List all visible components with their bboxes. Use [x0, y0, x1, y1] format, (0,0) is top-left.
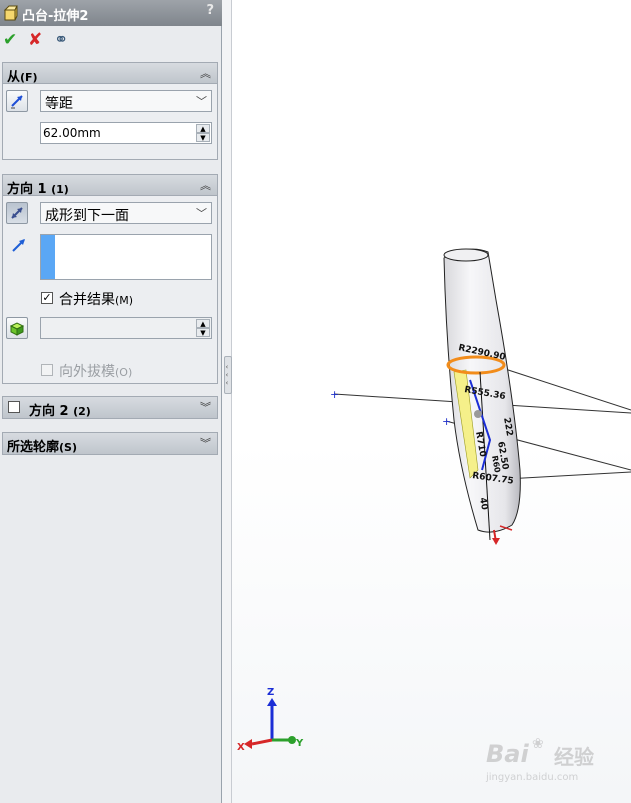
merge-result-label: 合并结果(M) — [59, 289, 133, 309]
direction2-group: 方向 2 (2) ︾ — [2, 396, 218, 419]
direction1-group: 方向 1 (1) ︽ 成形到下一面 ﹀ ✓ 合并结果(M) ▲ ▼ 向外拔模(O) — [2, 174, 218, 384]
sketch-point-icon: + — [330, 388, 339, 401]
selected-contours-title: 所选轮廓 — [7, 440, 60, 455]
collapse-panel-handle[interactable]: ‹ ‹ ‹ — [224, 356, 232, 394]
direction2-key: (2) — [73, 405, 91, 418]
extrude-feature-icon — [3, 5, 18, 24]
paw-icon: ❀ — [532, 736, 544, 752]
selected-contours-key: (S) — [59, 441, 77, 454]
sketch-line — [501, 367, 631, 411]
from-group-header[interactable]: 从(F) ︽ — [3, 63, 217, 85]
triad-x-axis — [251, 738, 273, 746]
spin-up-icon[interactable]: ▲ — [196, 124, 210, 133]
offset-spinner[interactable]: ▲ ▼ — [196, 124, 210, 142]
direction2-group-header[interactable]: 方向 2 (2) ︾ — [3, 397, 217, 419]
pivot-point — [474, 410, 482, 418]
expand-icon[interactable]: ︾ — [200, 435, 211, 451]
selection-color-bar — [41, 235, 55, 279]
merge-result-key: (M) — [115, 294, 134, 307]
graphics-viewport[interactable]: + + R2290.90 R555.36 R710 R60 222 62.50 … — [232, 0, 631, 803]
collapse-icon[interactable]: ︽ — [200, 177, 211, 193]
direction2-title: 方向 2 — [29, 404, 69, 419]
from-group: 从(F) ︽ 等距 ﹀ 62.00mm ▲ ▼ — [2, 62, 218, 160]
start-type-value: 等距 — [45, 96, 73, 112]
direction-vector-icon — [11, 237, 27, 256]
reverse-direction-button[interactable] — [6, 202, 28, 224]
model-canvas: + + R2290.90 R555.36 R710 R60 222 62.50 … — [237, 248, 631, 783]
reference-triad: Z X Y — [237, 687, 304, 753]
collapse-icon[interactable]: ︽ — [200, 65, 211, 81]
start-condition-icon[interactable] — [6, 90, 28, 112]
triad-x-label: X — [237, 742, 245, 753]
watermark-url: jingyan.baidu.com — [485, 772, 578, 783]
svg-text:‹: ‹ — [226, 379, 229, 387]
svg-text:‹: ‹ — [226, 363, 229, 371]
from-group-title: 从 — [7, 70, 21, 85]
watermark-brand: Bai — [486, 740, 529, 768]
preview-icon[interactable]: ⚭ — [54, 30, 68, 50]
offset-distance-input[interactable]: 62.00mm ▲ ▼ — [40, 122, 212, 144]
end-condition-select[interactable]: 成形到下一面 ﹀ — [40, 202, 212, 224]
end-condition-value: 成形到下一面 — [45, 208, 129, 224]
watermark-brand-sub: 经验 — [554, 745, 594, 769]
direction-vector-list[interactable] — [40, 234, 212, 280]
selected-contours-group: 所选轮廓(S) ︾ — [2, 432, 218, 455]
baidu-watermark: Bai ❀ 经验 jingyan.baidu.com — [485, 736, 594, 783]
draft-outward-label: 向外拔模(O) — [59, 361, 132, 381]
draft-outward-key: (O) — [115, 366, 133, 379]
direction1-key: (1) — [51, 183, 69, 196]
draft-outward-checkbox[interactable] — [41, 364, 53, 376]
from-group-key: (F) — [20, 71, 38, 84]
merge-result-checkbox[interactable]: ✓ — [41, 292, 53, 304]
chevron-down-icon: ﹀ — [196, 207, 207, 220]
triad-y-label: Y — [295, 738, 304, 749]
triad-y-arrow-icon — [288, 736, 296, 744]
direction2-checkbox[interactable] — [8, 401, 20, 413]
spin-down-icon[interactable]: ▼ — [196, 328, 210, 337]
cancel-button[interactable]: ✘ — [28, 30, 42, 50]
draft-angle-spinner[interactable]: ▲ ▼ — [196, 319, 210, 337]
chevron-down-icon: ﹀ — [196, 95, 207, 108]
direction1-title: 方向 1 — [7, 182, 47, 197]
spin-up-icon[interactable]: ▲ — [196, 319, 210, 328]
help-icon[interactable]: ? — [206, 3, 214, 18]
merge-result-text: 合并结果 — [59, 292, 115, 308]
draft-angle-input[interactable]: ▲ ▼ — [40, 317, 212, 339]
ok-button[interactable]: ✔ — [3, 30, 17, 50]
direction-arrow-head-icon — [492, 538, 500, 545]
panel-splitter[interactable] — [222, 0, 232, 803]
selected-contours-header[interactable]: 所选轮廓(S) ︾ — [3, 433, 217, 455]
expand-icon[interactable]: ︾ — [200, 399, 211, 415]
panel-title: 凸台-拉伸2 — [22, 9, 89, 24]
top-face — [443, 248, 489, 262]
spin-down-icon[interactable]: ▼ — [196, 133, 210, 142]
draft-outward-text: 向外拔模 — [59, 364, 115, 380]
panel-titlebar: 凸台-拉伸2 ? — [0, 0, 222, 26]
property-manager: 凸台-拉伸2 ? ✔ ✘ ⚭ 从(F) ︽ 等距 ﹀ 62.00mm ▲ ▼ 方向… — [0, 0, 222, 803]
svg-text:‹: ‹ — [226, 371, 229, 379]
sketch-point-icon: + — [442, 415, 451, 428]
feature-scope-icon[interactable] — [6, 317, 28, 339]
triad-z-label: Z — [267, 687, 274, 698]
direction1-group-header[interactable]: 方向 1 (1) ︽ — [3, 175, 217, 197]
triad-z-arrow-icon — [267, 698, 277, 706]
start-type-select[interactable]: 等距 ﹀ — [40, 90, 212, 112]
triad-x-arrow-icon — [244, 739, 252, 749]
offset-distance-value: 62.00mm — [43, 126, 101, 140]
